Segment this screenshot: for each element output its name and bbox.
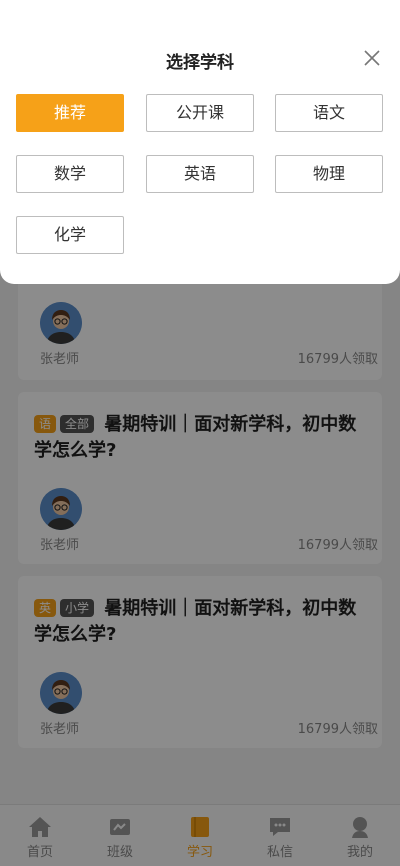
sheet-title: 选择学科 bbox=[166, 53, 234, 73]
subject-chip-math[interactable]: 数学 bbox=[16, 155, 124, 193]
subject-chip-english[interactable]: 英语 bbox=[146, 155, 254, 193]
subject-chip-chinese[interactable]: 语文 bbox=[275, 94, 383, 132]
subject-chip-recommended[interactable]: 推荐 bbox=[16, 94, 124, 132]
subject-picker-sheet: 选择学科 推荐 公开课 语文 数学 英语 物理 化学 bbox=[0, 0, 400, 284]
close-icon[interactable] bbox=[360, 46, 384, 70]
subject-chip-chemistry[interactable]: 化学 bbox=[16, 216, 124, 254]
subject-chip-open-class[interactable]: 公开课 bbox=[146, 94, 254, 132]
subject-chip-physics[interactable]: 物理 bbox=[275, 155, 383, 193]
